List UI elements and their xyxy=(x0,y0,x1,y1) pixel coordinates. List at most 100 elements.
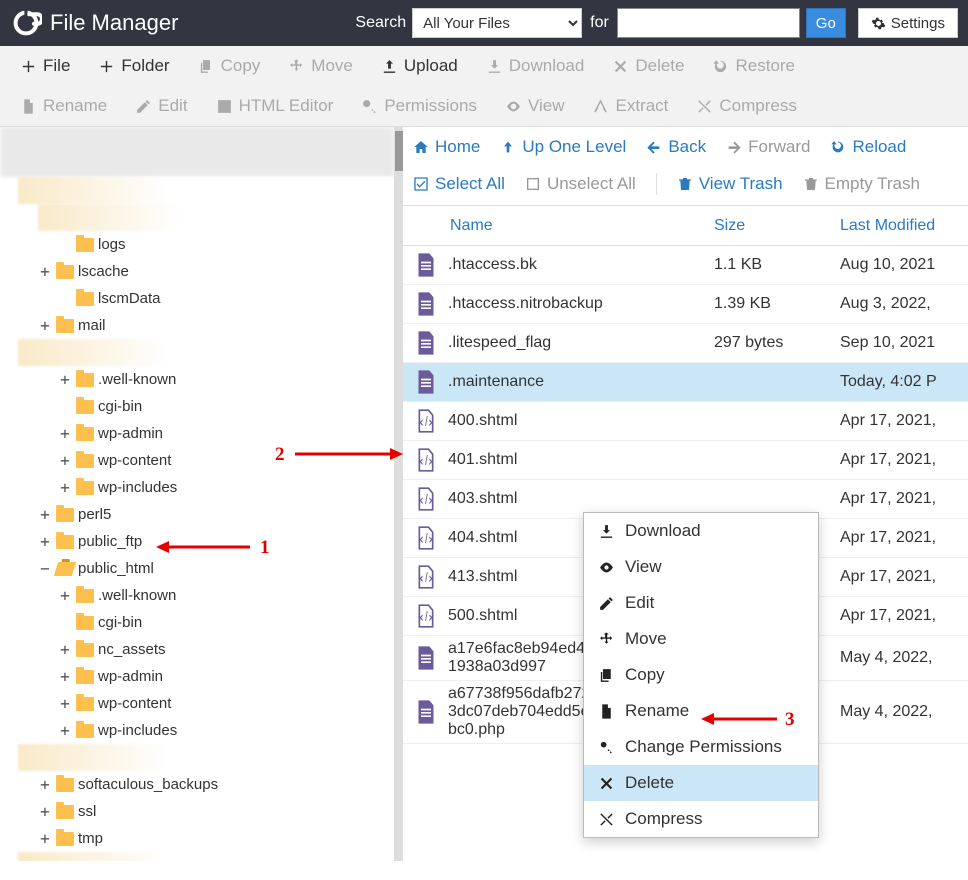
col-size[interactable]: Size xyxy=(714,217,840,235)
table-row[interactable]: 401.shtmlApr 17, 2021, xyxy=(403,441,968,480)
settings-button[interactable]: Settings xyxy=(858,8,958,38)
perm-icon xyxy=(598,739,615,756)
table-row[interactable]: .htaccess.bk1.1 KBAug 10, 2021 xyxy=(403,246,968,285)
tree-node[interactable]: logs xyxy=(0,231,394,258)
expander-icon[interactable]: + xyxy=(38,532,52,551)
tree-node[interactable]: + perl5 xyxy=(0,501,394,528)
tree-node[interactable]: +ssl xyxy=(0,798,394,825)
expander-icon[interactable]: + xyxy=(38,802,52,821)
expander-icon[interactable]: + xyxy=(38,775,52,794)
tree-node[interactable]: +wp-includes xyxy=(0,717,394,744)
table-row[interactable]: .maintenanceToday, 4:02 P xyxy=(403,363,968,402)
tree-node[interactable]: lscmData xyxy=(0,285,394,312)
context-delete[interactable]: Delete xyxy=(584,765,818,801)
search-scope-select[interactable]: All Your Files xyxy=(412,8,582,38)
expander-icon[interactable]: + xyxy=(58,424,72,443)
table-row[interactable]: .htaccess.nitrobackup1.39 KBAug 3, 2022, xyxy=(403,285,968,324)
tree-node[interactable]: cgi-bin xyxy=(0,393,394,420)
permissions-button[interactable]: Permissions xyxy=(347,86,491,126)
tree-node[interactable]: +wp-includes xyxy=(0,474,394,501)
context-download[interactable]: Download xyxy=(584,513,818,549)
reload-button[interactable]: Reload xyxy=(830,137,906,157)
unselect-button[interactable]: Unselect All xyxy=(525,174,636,194)
tree-node[interactable]: +wp-content xyxy=(0,447,394,474)
view-button[interactable]: View xyxy=(491,86,579,126)
splitter[interactable] xyxy=(395,127,403,861)
cell-modified: Sep 10, 2021 xyxy=(840,334,968,352)
tree-label: perl5 xyxy=(78,506,111,523)
expander-icon[interactable]: + xyxy=(58,721,72,740)
up-button[interactable]: Up One Level xyxy=(500,137,626,157)
expander-icon[interactable]: + xyxy=(58,667,72,686)
tree-node[interactable]: +wp-admin xyxy=(0,420,394,447)
go-button[interactable]: Go xyxy=(806,8,846,38)
expander-icon[interactable]: + xyxy=(58,370,72,389)
cell-modified: Apr 17, 2021, xyxy=(840,529,968,547)
expander-icon[interactable]: + xyxy=(58,451,72,470)
file-panel: Home Up One Level Back Forward Reload Se… xyxy=(403,127,968,861)
folder-icon xyxy=(54,562,77,576)
back-button[interactable]: Back xyxy=(646,137,706,157)
expander-icon[interactable]: + xyxy=(58,478,72,497)
folder-button[interactable]: Folder xyxy=(84,46,183,86)
context-compress[interactable]: Compress xyxy=(584,801,818,837)
folder-tree[interactable]: logs+lscachelscmData+mail+.well-knowncgi… xyxy=(0,127,395,861)
doc-file-icon xyxy=(416,292,436,316)
expander-icon[interactable]: + xyxy=(38,262,52,281)
selectall-button[interactable]: Select All xyxy=(413,174,505,194)
tree-node[interactable]: +.well-known xyxy=(0,582,394,609)
context-copy[interactable]: Copy xyxy=(584,657,818,693)
trash-icon xyxy=(677,176,693,192)
viewtrash-button[interactable]: View Trash xyxy=(677,174,783,194)
expander-icon[interactable]: + xyxy=(58,586,72,605)
tree-node[interactable]: +wp-admin xyxy=(0,663,394,690)
expander-icon[interactable]: + xyxy=(38,829,52,848)
expander-icon[interactable]: + xyxy=(58,640,72,659)
htmleditor-button[interactable]: HTML Editor xyxy=(202,86,348,126)
expander-icon[interactable]: + xyxy=(38,316,52,335)
tree-node[interactable]: +wp-content xyxy=(0,690,394,717)
arrow-right-icon xyxy=(726,139,742,155)
tree-node[interactable]: −public_html xyxy=(0,555,394,582)
context-move[interactable]: Move xyxy=(584,621,818,657)
copy-button[interactable]: Copy xyxy=(184,46,275,86)
edit-button[interactable]: Edit xyxy=(121,86,201,126)
context-edit[interactable]: Edit xyxy=(584,585,818,621)
restore-button[interactable]: Restore xyxy=(698,46,809,86)
tree-node[interactable]: +.well-known xyxy=(0,366,394,393)
upload-button[interactable]: Upload xyxy=(367,46,472,86)
delete-button[interactable]: Delete xyxy=(598,46,698,86)
code-file-icon xyxy=(416,565,436,589)
emptytrash-button[interactable]: Empty Trash xyxy=(803,174,920,194)
tree-node[interactable]: +mail xyxy=(0,312,394,339)
download-button[interactable]: Download xyxy=(472,46,599,86)
move-button[interactable]: Move xyxy=(274,46,367,86)
expander-icon[interactable]: − xyxy=(38,559,52,578)
home-icon xyxy=(413,139,429,155)
extract-button[interactable]: Extract xyxy=(578,86,682,126)
forward-button[interactable]: Forward xyxy=(726,137,810,157)
expander-icon[interactable]: + xyxy=(38,505,52,524)
col-mod[interactable]: Last Modified xyxy=(840,217,968,235)
expander-icon[interactable]: + xyxy=(58,694,72,713)
table-row[interactable]: 400.shtmlApr 17, 2021, xyxy=(403,402,968,441)
tree-node[interactable]: cgi-bin xyxy=(0,609,394,636)
file-button[interactable]: File xyxy=(6,46,84,86)
context-view[interactable]: View xyxy=(584,549,818,585)
table-row[interactable]: .litespeed_flag297 bytesSep 10, 2021 xyxy=(403,324,968,363)
check-icon xyxy=(413,176,429,192)
tree-node[interactable]: +tmp xyxy=(0,825,394,852)
context-rename[interactable]: Rename xyxy=(584,693,818,729)
col-name[interactable]: Name xyxy=(448,217,714,235)
rename-button[interactable]: Rename xyxy=(6,86,121,126)
close-icon xyxy=(612,58,629,75)
tree-node[interactable]: +lscache xyxy=(0,258,394,285)
folder-icon xyxy=(76,454,94,468)
search-input[interactable] xyxy=(617,8,800,38)
compress-button[interactable]: Compress xyxy=(682,86,810,126)
context-perm[interactable]: Change Permissions xyxy=(584,729,818,765)
tree-node[interactable]: +nc_assets xyxy=(0,636,394,663)
tree-node[interactable]: +softaculous_backups xyxy=(0,771,394,798)
home-button[interactable]: Home xyxy=(413,137,480,157)
tree-node[interactable]: +public_ftp xyxy=(0,528,394,555)
